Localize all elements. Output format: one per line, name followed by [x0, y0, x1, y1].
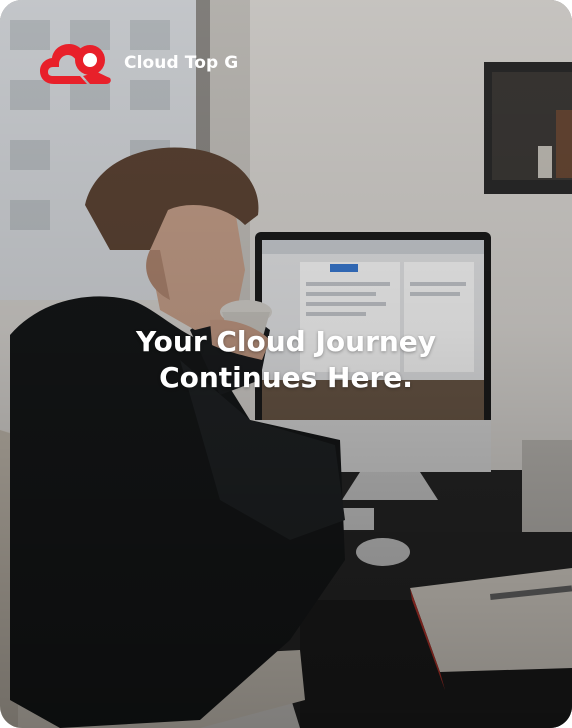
- cloud-search-icon: [40, 44, 111, 84]
- hero-headline-line-1: Your Cloud Journey: [135, 325, 437, 358]
- hero-headline-line-2: Continues Here.: [159, 361, 413, 394]
- brand[interactable]: Cloud Top G: [40, 40, 238, 86]
- brand-name: Cloud Top G: [124, 53, 239, 73]
- hero-headline: Your Cloud Journey Continues Here.: [0, 324, 572, 396]
- hero-card: Cloud Top G Your Cloud Journey Continues…: [0, 0, 572, 728]
